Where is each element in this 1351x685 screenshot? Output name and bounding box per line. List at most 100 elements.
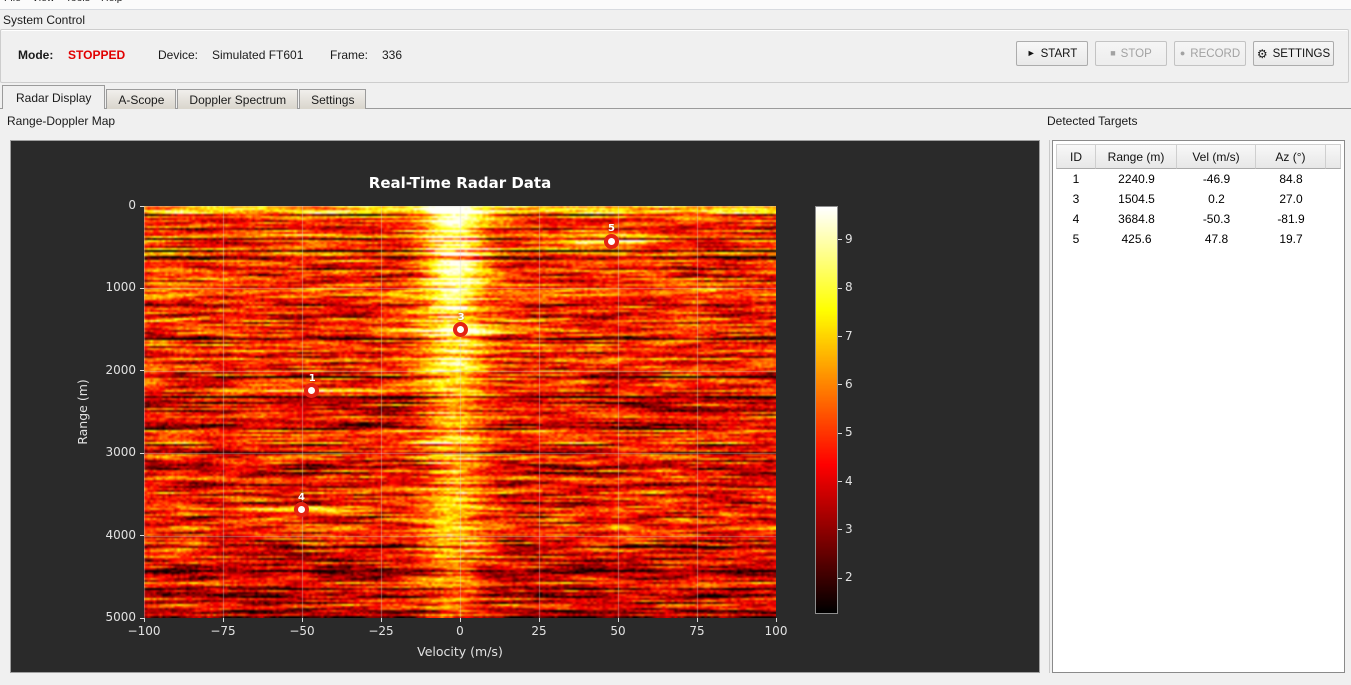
colorbar-tick-mark bbox=[838, 432, 842, 434]
y-tick-label: 2000 bbox=[105, 362, 136, 377]
y-tick-mark bbox=[140, 205, 144, 207]
table-cell: 1 bbox=[1072, 172, 1080, 186]
table-row[interactable]: 4 3684.8 -50.3 -81.9 bbox=[1056, 209, 1341, 229]
button-label: START bbox=[1040, 47, 1078, 60]
x-tick-label: −50 bbox=[289, 624, 315, 638]
colorbar-tick-mark bbox=[838, 239, 842, 241]
range-doppler-heatmap[interactable] bbox=[144, 206, 776, 618]
colorbar-tick-label: 5 bbox=[845, 425, 853, 440]
x-tick-mark bbox=[459, 618, 461, 622]
table-cell: 84.8 bbox=[1279, 172, 1303, 186]
colorbar-tick-mark bbox=[838, 336, 842, 337]
button-label: RECORD bbox=[1190, 47, 1241, 60]
x-tick-label: −100 bbox=[127, 624, 161, 638]
colorbar-tick-mark bbox=[838, 529, 842, 531]
menu-file[interactable]: File bbox=[3, 0, 22, 4]
table-row[interactable]: 3 1504.5 0.2 27.0 bbox=[1056, 189, 1341, 209]
detected-targets-table: ID Range (m) Vel (m/s) Az (°) 1 2240.9 -46.9 8… bbox=[1052, 140, 1345, 673]
y-tick-mark bbox=[140, 287, 144, 289]
device-label: Device: bbox=[158, 48, 199, 62]
column-header-filler bbox=[1326, 144, 1341, 169]
colorbar-tick-mark bbox=[838, 287, 842, 289]
button-label: STOP bbox=[1120, 47, 1152, 60]
table-cell: 27.0 bbox=[1279, 192, 1303, 206]
y-tick-mark bbox=[140, 370, 144, 372]
y-tick-label: 5000 bbox=[105, 610, 136, 624]
target-marker-4[interactable] bbox=[293, 502, 309, 518]
x-tick-mark bbox=[617, 618, 619, 622]
table-cell: 425.6 bbox=[1121, 232, 1152, 246]
x-tick-label: 0 bbox=[456, 624, 464, 638]
x-tick-label: 25 bbox=[531, 624, 547, 638]
x-tick-label: 75 bbox=[689, 624, 705, 638]
target-marker-label: 4 bbox=[298, 491, 306, 503]
panel-splitter[interactable] bbox=[1043, 140, 1050, 673]
stop-icon: ■ bbox=[1110, 48, 1116, 58]
target-marker-label: 3 bbox=[457, 311, 465, 323]
x-tick-label: 100 bbox=[764, 624, 788, 638]
table-cell: 1504.5 bbox=[1118, 192, 1155, 206]
colorbar-tick-label: 6 bbox=[845, 376, 853, 391]
tab-radar-display[interactable]: Radar Display bbox=[2, 85, 106, 109]
targets-rows: 1 2240.9 -46.9 84.8 3 1504.5 0.2 27.0 4 3684.8 -50… bbox=[1056, 169, 1341, 249]
column-header[interactable]: Vel (m/s) bbox=[1177, 144, 1256, 169]
settings-button[interactable]: ⚙ SETTINGS bbox=[1253, 41, 1334, 66]
colorbar-tick-mark bbox=[838, 384, 842, 386]
menu-tools[interactable]: Tools bbox=[65, 0, 92, 4]
colorbar-tick-mark bbox=[838, 577, 842, 579]
table-cell: 0.2 bbox=[1208, 192, 1225, 206]
table-cell: 3 bbox=[1072, 192, 1080, 206]
column-header[interactable]: ID bbox=[1056, 144, 1096, 169]
table-cell: 47.8 bbox=[1204, 232, 1229, 246]
menu-view[interactable]: View bbox=[31, 0, 56, 4]
table-cell: 2240.9 bbox=[1118, 172, 1155, 186]
table-cell: -46.9 bbox=[1202, 172, 1231, 186]
y-tick-mark bbox=[140, 452, 144, 454]
stop-button[interactable]: ■ STOP bbox=[1095, 41, 1167, 66]
column-header[interactable]: Range (m) bbox=[1096, 144, 1177, 169]
y-tick-mark bbox=[140, 617, 144, 619]
y-tick-label: 0 bbox=[128, 198, 136, 212]
x-tick-mark bbox=[538, 618, 540, 622]
table-cell: -50.3 bbox=[1202, 212, 1231, 226]
y-tick-label: 4000 bbox=[105, 527, 136, 542]
x-tick-mark bbox=[380, 618, 382, 622]
target-marker-label: 5 bbox=[608, 223, 616, 235]
x-tick-mark bbox=[301, 618, 303, 622]
plot-title: Real-Time Radar Data bbox=[368, 174, 552, 192]
table-row[interactable]: 5 425.6 47.8 19.7 bbox=[1056, 229, 1341, 249]
x-tick-label: 50 bbox=[610, 624, 626, 638]
tab-settings[interactable]: Settings bbox=[299, 89, 367, 109]
x-tick-mark bbox=[143, 618, 145, 622]
table-cell: 5 bbox=[1072, 232, 1080, 246]
start-button[interactable]: ► START bbox=[1016, 41, 1088, 66]
tab-bar: Radar Display A-Scope Doppler Spectrum Sett… bbox=[2, 85, 367, 109]
x-tick-mark bbox=[222, 618, 224, 622]
tab-doppler-spectrum[interactable]: Doppler Spectrum bbox=[177, 89, 299, 109]
colorbar-tick-label: 3 bbox=[845, 521, 853, 536]
y-tick-label: 1000 bbox=[105, 280, 136, 295]
column-header[interactable]: Az (°) bbox=[1256, 144, 1326, 169]
colorbar bbox=[815, 206, 838, 614]
colorbar-tick-label: 8 bbox=[845, 280, 853, 295]
table-row[interactable]: 1 2240.9 -46.9 84.8 bbox=[1056, 169, 1341, 189]
frame-label: Frame: bbox=[330, 48, 369, 62]
table-cell: -81.9 bbox=[1277, 212, 1305, 226]
detected-targets-label: Detected Targets bbox=[1047, 114, 1138, 128]
menu-bar: File View Tools Help bbox=[0, 0, 1351, 10]
colorbar-tick-label: 9 bbox=[845, 231, 853, 246]
table-cell: 19.7 bbox=[1279, 232, 1303, 246]
mode-value: STOPPED bbox=[68, 48, 126, 62]
x-tick-label: −25 bbox=[368, 624, 394, 638]
gear-icon: ⚙ bbox=[1256, 46, 1268, 61]
play-icon: ► bbox=[1026, 48, 1036, 58]
menu-help[interactable]: Help bbox=[100, 0, 124, 4]
button-label: SETTINGS bbox=[1272, 47, 1331, 60]
record-button[interactable]: ● RECORD bbox=[1174, 41, 1246, 66]
x-tick-mark bbox=[696, 618, 698, 622]
tab-a-scope[interactable]: A-Scope bbox=[106, 89, 177, 109]
x-tick-label: −75 bbox=[210, 624, 236, 638]
x-tick-mark bbox=[775, 618, 777, 622]
target-marker-5[interactable] bbox=[603, 233, 619, 249]
target-marker-label: 1 bbox=[308, 372, 316, 384]
